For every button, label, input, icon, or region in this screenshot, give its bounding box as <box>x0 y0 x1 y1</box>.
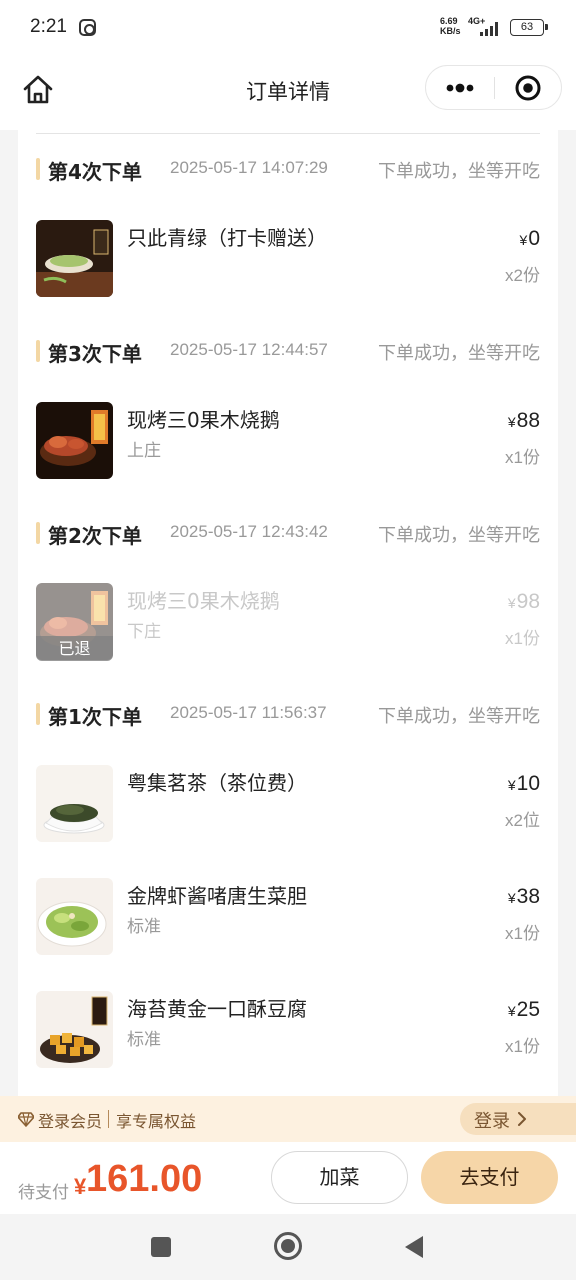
price-value: 10 <box>516 772 540 795</box>
item-name: 只此青绿（打卡赠送） <box>127 226 327 250</box>
item-price: ¥88 <box>508 409 540 433</box>
order-item[interactable]: 粤集茗茶（茶位费） ¥10 x2位 <box>36 765 540 843</box>
order-header: 第2次下单 2025-05-17 12:43:42 下单成功，坐等开吃 <box>36 520 540 548</box>
order-title: 第4次下单 <box>48 160 142 184</box>
item-price: ¥10 <box>508 772 540 796</box>
system-nav-bar <box>0 1214 576 1280</box>
net-speed: 6.69 KB/s <box>440 16 461 36</box>
divider <box>36 133 540 134</box>
order-time: 2025-05-17 12:43:42 <box>170 522 328 541</box>
currency-symbol: ¥ <box>519 232 528 248</box>
fried-tofu-photo <box>36 991 113 1068</box>
item-spec: 标准 <box>127 1030 161 1050</box>
item-qty: x1份 <box>505 924 540 943</box>
chevron-right-icon <box>518 1112 526 1126</box>
order-title: 第2次下单 <box>48 524 142 548</box>
item-name: 金牌虾酱啫唐生菜胆 <box>127 884 307 908</box>
divider <box>108 1110 109 1128</box>
order-title: 第3次下单 <box>48 342 142 366</box>
back-icon[interactable] <box>402 1234 426 1260</box>
item-qty: x2位 <box>505 811 540 830</box>
item-qty: x1份 <box>505 1037 540 1056</box>
login-label: 登录 <box>474 1111 510 1132</box>
instagram-icon <box>79 19 96 36</box>
price-value: 98 <box>516 590 540 613</box>
currency-symbol: ¥ <box>507 777 516 793</box>
order-item[interactable]: 海苔黄金一口酥豆腐 标准 ¥25 x1份 <box>36 991 540 1069</box>
currency-symbol: ¥ <box>507 1003 516 1019</box>
order-status: 下单成功，坐等开吃 <box>378 343 540 364</box>
pay-bar: 待支付 ¥ 161.00 加菜 去支付 <box>0 1142 576 1214</box>
order-status: 下单成功，坐等开吃 <box>378 161 540 182</box>
item-price: ¥98 <box>508 590 540 614</box>
lettuce-dish-photo <box>36 878 113 955</box>
net-speed-value: 6.69 <box>440 16 458 26</box>
section-accent-bar <box>36 158 40 180</box>
status-bar: 2:21 6.69 KB/s 4G+ 63 <box>0 0 576 58</box>
price-value: 25 <box>516 998 540 1021</box>
item-spec: 标准 <box>127 917 161 937</box>
diamond-icon <box>18 1112 34 1127</box>
item-name: 现烤三0果木烧鹅 <box>127 589 280 613</box>
member-benefit-text: 享专属权益 <box>116 1112 197 1131</box>
item-price: ¥38 <box>508 885 540 909</box>
item-name: 海苔黄金一口酥豆腐 <box>127 997 307 1021</box>
miniprogram-capsule <box>425 65 562 110</box>
order-status: 下单成功，坐等开吃 <box>378 525 540 546</box>
order-item[interactable]: 只此青绿（打卡赠送） ¥0 x2份 <box>36 220 540 298</box>
close-miniprogram-icon[interactable] <box>495 66 562 109</box>
item-price: ¥0 <box>520 227 540 251</box>
member-banner[interactable]: 登录会员 享专属权益 登录 <box>0 1096 576 1142</box>
status-time: 2:21 <box>30 16 67 37</box>
add-dish-button[interactable]: 加菜 <box>271 1151 408 1204</box>
pay-button[interactable]: 去支付 <box>421 1151 558 1204</box>
item-qty: x1份 <box>505 629 540 648</box>
item-name: 粤集茗茶（茶位费） <box>127 771 307 795</box>
home-circle-icon[interactable] <box>273 1231 303 1261</box>
net-speed-unit: KB/s <box>440 26 461 36</box>
order-header: 第4次下单 2025-05-17 14:07:29 下单成功，坐等开吃 <box>36 156 540 184</box>
item-qty: x2份 <box>505 266 540 285</box>
login-button[interactable]: 登录 <box>460 1103 576 1135</box>
order-time: 2025-05-17 12:44:57 <box>170 340 328 359</box>
order-time: 2025-05-17 14:07:29 <box>170 158 328 177</box>
signal-icon <box>480 22 498 36</box>
currency-symbol: ¥ <box>507 595 516 611</box>
order-time: 2025-05-17 11:56:37 <box>170 703 327 722</box>
price-value: 0 <box>528 227 540 250</box>
order-status: 下单成功，坐等开吃 <box>378 706 540 727</box>
price-value: 88 <box>516 409 540 432</box>
order-header: 第3次下单 2025-05-17 12:44:57 下单成功，坐等开吃 <box>36 338 540 366</box>
currency-symbol: ¥ <box>507 890 516 906</box>
roast-goose-photo <box>36 402 113 479</box>
total-amount: 161.00 <box>86 1158 203 1200</box>
section-accent-bar <box>36 703 40 725</box>
more-icon[interactable] <box>426 66 494 109</box>
pending-payment-label: 待支付 <box>18 1183 69 1203</box>
green-tea-dessert-photo <box>36 220 113 297</box>
tea-leaves-photo <box>36 765 113 842</box>
section-accent-bar <box>36 340 40 362</box>
order-item[interactable]: 现烤三0果木烧鹅 上庄 ¥88 x1份 <box>36 402 540 480</box>
item-spec: 上庄 <box>127 441 161 461</box>
recent-apps-icon[interactable] <box>150 1236 172 1258</box>
price-value: 38 <box>516 885 540 908</box>
section-accent-bar <box>36 522 40 544</box>
order-item[interactable]: 金牌虾酱啫唐生菜胆 标准 ¥38 x1份 <box>36 878 540 956</box>
currency-symbol: ¥ <box>74 1174 87 1199</box>
order-header: 第1次下单 2025-05-17 11:56:37 下单成功，坐等开吃 <box>36 701 540 729</box>
currency-symbol: ¥ <box>507 414 516 430</box>
member-login-text: 登录会员 <box>38 1112 103 1131</box>
nav-bar: 订单详情 <box>0 58 576 130</box>
item-spec: 下庄 <box>127 622 161 642</box>
item-price: ¥25 <box>508 998 540 1022</box>
battery-icon: 63 <box>510 19 548 36</box>
item-name: 现烤三0果木烧鹅 <box>127 408 280 432</box>
order-item-refunded[interactable]: 已退 现烤三0果木烧鹅 下庄 ¥98 x1份 <box>36 583 540 661</box>
refunded-badge: 已退 <box>36 636 113 661</box>
order-title: 第1次下单 <box>48 705 142 729</box>
order-card: 第4次下单 2025-05-17 14:07:29 下单成功，坐等开吃 只此青绿… <box>18 130 558 1096</box>
item-qty: x1份 <box>505 448 540 467</box>
